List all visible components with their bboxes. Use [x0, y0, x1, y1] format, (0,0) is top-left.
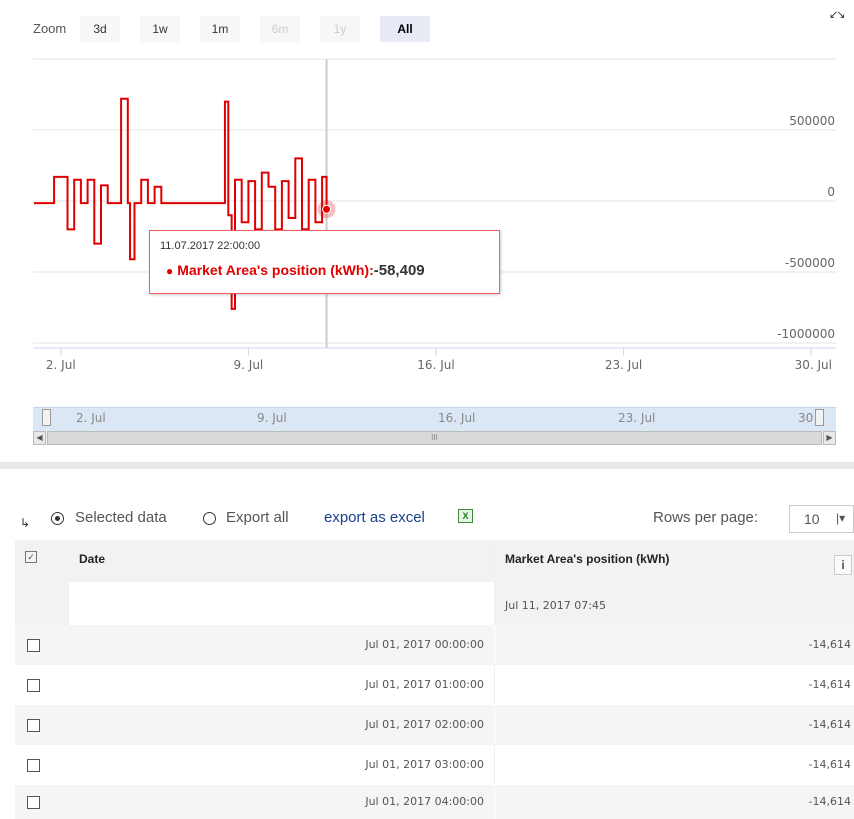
chevron-down-icon: |▾ — [836, 511, 846, 525]
info-icon[interactable]: i — [834, 555, 852, 575]
y-tick-label: -1000000 — [777, 327, 835, 341]
selected-data-label[interactable]: Selected data — [75, 509, 167, 526]
table-row[interactable]: Jul 01, 2017 02:00:00 -14,614 — [15, 705, 854, 745]
scroll-left-arrow-icon[interactable]: ◀ — [33, 431, 46, 445]
date-value: Jul 01, 2017 01:00:00 — [365, 678, 484, 691]
position-value: -14,614 — [808, 718, 851, 731]
zoom-label: Zoom — [33, 21, 67, 36]
position-value: -14,614 — [808, 678, 851, 691]
rows-per-page-select[interactable]: 10 |▾ — [789, 505, 854, 533]
export-all-label[interactable]: Export all — [226, 509, 289, 526]
tooltip-time: 11.07.2017 22:00:00 — [160, 240, 261, 252]
fullscreen-icon[interactable]: ↙↘ — [829, 8, 846, 21]
navigator-left-handle[interactable] — [42, 409, 51, 426]
tooltip-row: ● Market Area's position (kWh):-58,409 — [166, 262, 425, 279]
zoom-1m-button[interactable]: 1m — [200, 16, 240, 42]
selected-data-radio[interactable] — [51, 512, 64, 525]
y-axis-labels: 500000 0 -500000 -1000000 — [777, 114, 835, 341]
navigator-tick-label: 9. Jul — [257, 411, 287, 425]
hover-marker-layer — [317, 200, 336, 219]
value-filter-cell[interactable]: Jul 11, 2017 07:45 — [495, 582, 854, 625]
row-checkbox[interactable] — [27, 639, 40, 652]
tooltip-value: -58,409 — [373, 262, 425, 279]
series-dot-icon: ● — [166, 264, 174, 278]
y-tick-label: -500000 — [785, 256, 835, 270]
tooltip-series-name: Market Area's position (kWh): — [177, 262, 374, 278]
value-cell: -14,614 — [495, 665, 854, 705]
row-checkbox[interactable] — [27, 679, 40, 692]
x-tick-label: 23. Jul — [605, 358, 642, 372]
x-tick-label: 9. Jul — [234, 358, 264, 372]
y-tick-label: 0 — [827, 185, 835, 199]
row-checkbox[interactable] — [27, 719, 40, 732]
value-cell: -14,614 — [495, 705, 854, 745]
navigator-right-handle[interactable] — [815, 409, 824, 426]
value-filter-text: Jul 11, 2017 07:45 — [505, 599, 606, 612]
navigator-tick-label: 23. Jul — [618, 411, 656, 425]
x-axis-labels: 2. Jul 9. Jul 16. Jul 23. Jul 30. Jul — [46, 348, 832, 372]
scrollbar-thumb[interactable]: III — [47, 431, 822, 445]
value-column-header[interactable]: Market Area's position (kWh) i — [495, 540, 854, 582]
date-value: Jul 01, 2017 00:00:00 — [365, 638, 484, 651]
position-value: -14,614 — [808, 638, 851, 651]
value-cell: -14,614 — [495, 625, 854, 665]
date-value: Jul 01, 2017 04:00:00 — [365, 795, 484, 808]
date-value: Jul 01, 2017 03:00:00 — [365, 758, 484, 771]
value-cell: -14,614 — [495, 745, 854, 785]
excel-icon[interactable]: X — [458, 509, 473, 523]
rows-per-page-value: 10 — [804, 511, 820, 527]
zoom-1y-button[interactable]: 1y — [320, 16, 360, 42]
table-header-row: ✓ Date Market Area's position (kWh) i — [15, 540, 854, 582]
section-divider — [0, 462, 854, 469]
chart-navigator[interactable]: 2. Jul 9. Jul 16. Jul 23. Jul 30 — [33, 407, 836, 432]
navigator-tick-label: 2. Jul — [76, 411, 106, 425]
export-excel-link[interactable]: export as excel — [324, 509, 425, 526]
date-column-label: Date — [79, 552, 106, 566]
row-checkbox[interactable] — [27, 796, 40, 809]
filter-select-cell — [15, 582, 69, 625]
export-bar: ↳ Selected data Export all export as exc… — [0, 500, 854, 540]
chart-panel: 500000 0 -500000 -1000000 2. Jul 9. Jul 16. J… — [0, 0, 854, 462]
value-column-label: Market Area's position (kWh) — [505, 552, 670, 566]
date-cell: Jul 01, 2017 00:00:00 — [69, 625, 495, 665]
chart-tooltip: 11.07.2017 22:00:00 ● Market Area's posit… — [149, 230, 500, 294]
table-row[interactable]: Jul 01, 2017 01:00:00 -14,614 — [15, 665, 854, 705]
date-value: Jul 01, 2017 02:00:00 — [365, 718, 484, 731]
navigator-tick-label: 30 — [798, 411, 814, 425]
table-row[interactable]: Jul 01, 2017 04:00:00 -14,614 — [15, 785, 854, 819]
select-all-checkbox-icon[interactable]: ✓ — [25, 551, 37, 563]
date-column-header[interactable]: Date — [69, 540, 495, 582]
zoom-1w-button[interactable]: 1w — [140, 16, 180, 42]
x-tick-label: 30. Jul — [795, 358, 832, 372]
hover-point — [322, 204, 332, 214]
table-filter-row: Jul 11, 2017 07:45 — [15, 582, 854, 625]
y-tick-label: 500000 — [789, 114, 835, 128]
navigator-range[interactable] — [33, 407, 836, 432]
table-row[interactable]: Jul 01, 2017 00:00:00 -14,614 — [15, 625, 854, 665]
zoom-6m-button[interactable]: 6m — [260, 16, 300, 42]
position-value: -14,614 — [808, 795, 851, 808]
zoom-3d-button[interactable]: 3d — [80, 16, 120, 42]
scroll-right-arrow-icon[interactable]: ▶ — [823, 431, 836, 445]
date-cell: Jul 01, 2017 03:00:00 — [69, 745, 495, 785]
date-filter-cell[interactable] — [69, 582, 495, 625]
table-row[interactable]: Jul 01, 2017 03:00:00 -14,614 — [15, 745, 854, 785]
chart-scrollbar[interactable]: ◀ III ▶ — [33, 431, 836, 445]
zoom-all-button[interactable]: All — [380, 16, 430, 42]
row-checkbox[interactable] — [27, 759, 40, 772]
position-value: -14,614 — [808, 758, 851, 771]
x-tick-label: 2. Jul — [46, 358, 76, 372]
rows-per-page-label: Rows per page: — [653, 509, 759, 526]
value-cell: -14,614 — [495, 785, 854, 819]
export-all-radio[interactable] — [203, 512, 216, 525]
navigator-tick-label: 16. Jul — [438, 411, 476, 425]
date-cell: Jul 01, 2017 01:00:00 — [69, 665, 495, 705]
date-cell: Jul 01, 2017 02:00:00 — [69, 705, 495, 745]
header-select-cell: ✓ — [15, 540, 69, 582]
date-cell: Jul 01, 2017 04:00:00 — [69, 785, 495, 819]
export-arrow-icon: ↳ — [20, 516, 31, 530]
x-tick-label: 16. Jul — [417, 358, 454, 372]
